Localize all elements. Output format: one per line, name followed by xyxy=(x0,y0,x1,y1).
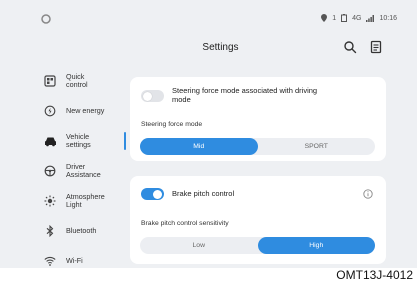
steering-wheel-icon xyxy=(43,164,57,178)
sidebar-item-label: Quick control xyxy=(66,72,88,89)
steering-force-association-toggle[interactable] xyxy=(141,90,164,102)
quick-control-icon xyxy=(43,74,57,88)
settings-screen: 1 4G 10:16 Settings Quick control New ene… xyxy=(0,0,417,268)
sidebar: Quick control New energy Vehicle settings … xyxy=(28,66,126,276)
status-indicators: 1 4G 10:16 xyxy=(321,14,397,22)
new-energy-icon xyxy=(43,104,57,118)
sidebar-item-label: Vehicle settings xyxy=(66,132,91,149)
brake-pitch-label: Brake pitch control xyxy=(172,189,235,198)
option-low[interactable]: Low xyxy=(140,237,258,254)
wifi-icon xyxy=(43,254,57,268)
battery-icon xyxy=(341,14,348,22)
location-icon xyxy=(321,14,328,22)
sidebar-item-driver-assistance[interactable]: Driver Assistance xyxy=(28,156,120,186)
sidebar-item-vehicle-settings[interactable]: Vehicle settings xyxy=(28,126,126,156)
signal-icon xyxy=(366,14,375,22)
status-bar: 1 4G 10:16 xyxy=(0,13,417,27)
bluetooth-icon xyxy=(43,224,57,238)
sidebar-item-atmosphere-light[interactable]: Atmosphere Light xyxy=(28,186,120,216)
figure-code: OMT13J-4012 xyxy=(336,268,413,282)
sidebar-item-new-energy[interactable]: New energy xyxy=(28,96,120,126)
sidebar-item-quick-control[interactable]: Quick control xyxy=(28,66,120,96)
option-mid[interactable]: Mid xyxy=(140,138,258,155)
document-icon[interactable] xyxy=(369,40,383,54)
ring-icon xyxy=(41,14,51,24)
sidebar-item-label: Wi-Fi xyxy=(66,256,83,265)
sidebar-item-wifi[interactable]: Wi-Fi xyxy=(28,246,120,276)
status-count: 1 xyxy=(332,14,337,22)
brake-pitch-toggle[interactable] xyxy=(141,188,164,200)
sidebar-item-bluetooth[interactable]: Bluetooth xyxy=(28,216,120,246)
brake-pitch-sensitivity-selector: Low High xyxy=(140,237,375,254)
toggle-knob xyxy=(143,91,152,101)
option-sport[interactable]: SPORT xyxy=(258,138,376,155)
sidebar-item-label: Driver Assistance xyxy=(66,162,101,179)
steering-force-card: Steering force mode associated with driv… xyxy=(130,77,386,161)
steering-force-mode-label: Steering force mode xyxy=(141,121,203,128)
info-icon[interactable] xyxy=(363,189,373,199)
steering-force-association-label: Steering force mode associated with driv… xyxy=(172,86,318,104)
brake-pitch-card: Brake pitch control Brake pitch control … xyxy=(130,176,386,264)
signal-text: 4G xyxy=(352,14,362,22)
brake-pitch-sensitivity-label: Brake pitch control sensitivity xyxy=(141,220,229,227)
light-icon xyxy=(43,194,57,208)
steering-force-mode-selector: Mid SPORT xyxy=(140,138,375,155)
sidebar-item-label: Bluetooth xyxy=(66,226,97,235)
sidebar-item-label: New energy xyxy=(66,106,105,115)
search-icon[interactable] xyxy=(343,40,357,54)
sidebar-item-label: Atmosphere Light xyxy=(66,192,105,209)
status-time: 10:16 xyxy=(379,14,397,22)
option-high[interactable]: High xyxy=(257,237,375,254)
toggle-knob xyxy=(153,189,162,199)
car-icon xyxy=(43,134,57,148)
